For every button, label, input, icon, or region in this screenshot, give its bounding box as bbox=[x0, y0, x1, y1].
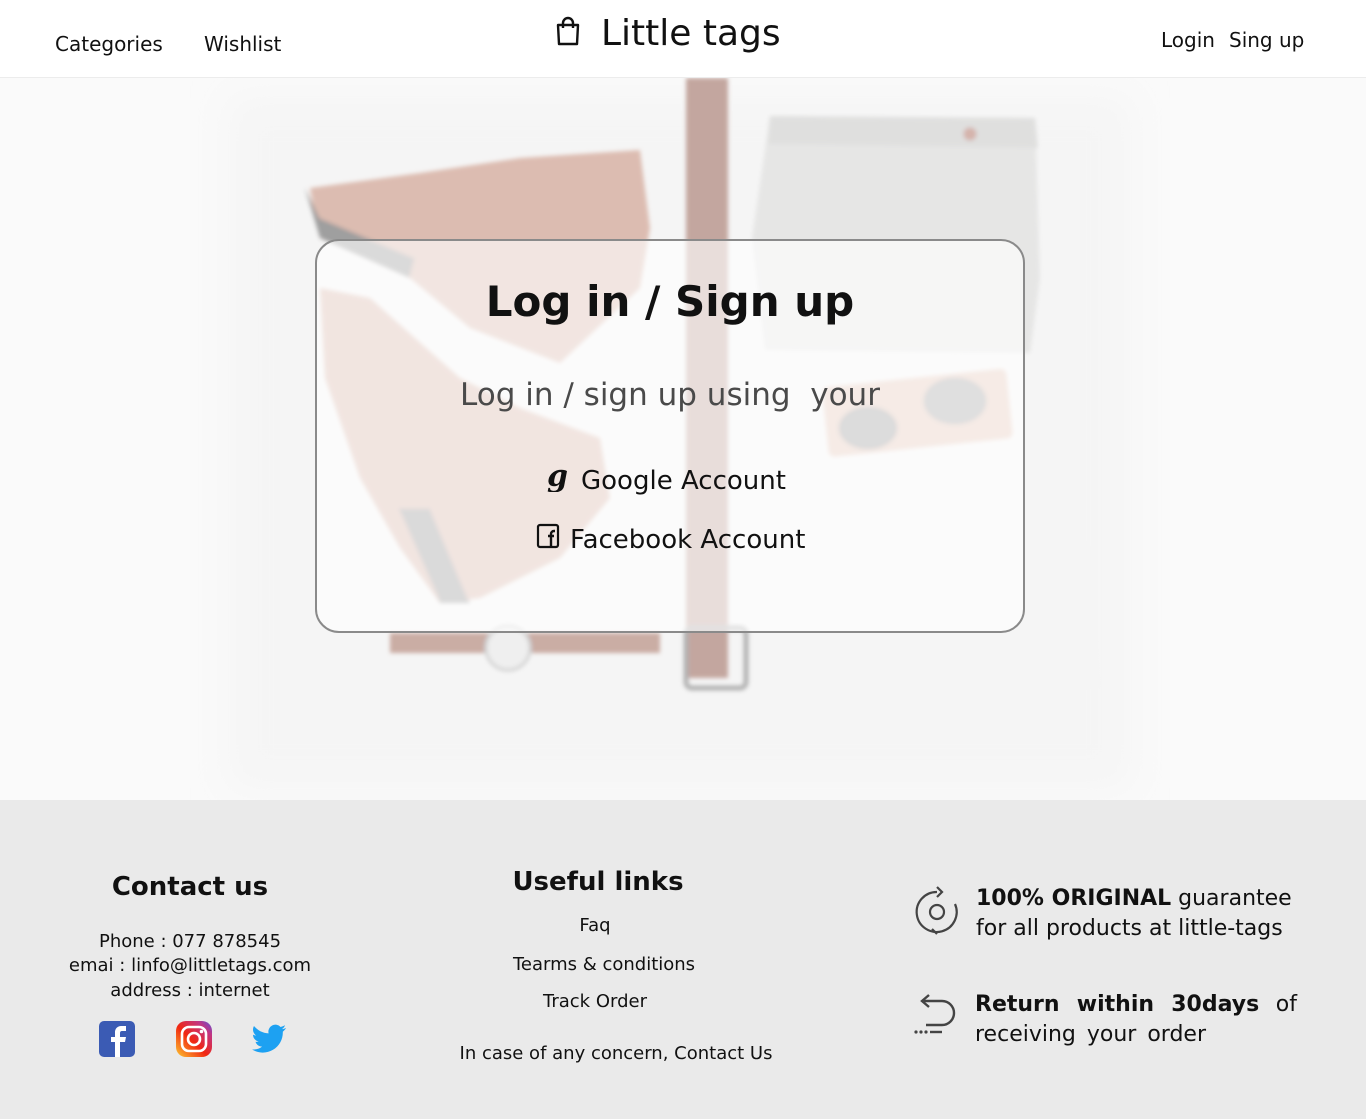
shopping-bag-icon bbox=[553, 15, 583, 51]
nav-categories-link[interactable]: Categories bbox=[55, 32, 163, 56]
svg-text:g: g bbox=[547, 462, 568, 492]
contact-title: Contact us bbox=[111, 872, 269, 902]
login-card: Log in / Sign up Log in / sign up using … bbox=[315, 239, 1025, 633]
nav-wishlist-link[interactable]: Wishlist bbox=[204, 32, 281, 56]
login-title: Log in / Sign up bbox=[485, 277, 855, 326]
site-header: Categories Wishlist Little tags Login Si… bbox=[0, 0, 1366, 78]
google-login-label: Google Account bbox=[581, 465, 786, 496]
facebook-login-button[interactable]: Facebook Account bbox=[536, 522, 805, 557]
original-badge-icon bbox=[914, 886, 960, 942]
contact-phone: Phone : 077 878545 bbox=[98, 931, 282, 952]
return-policy-text: Return within 30days of receiving your o… bbox=[975, 990, 1297, 1050]
faq-link[interactable]: Faq bbox=[495, 915, 695, 936]
return-arrow-icon bbox=[912, 993, 958, 1041]
original-guarantee-text: 100% ORIGINAL guarantee for all products… bbox=[976, 884, 1306, 944]
facebook-login-label: Facebook Account bbox=[570, 524, 806, 555]
brand-name: Little tags bbox=[601, 12, 781, 54]
track-order-link[interactable]: Track Order bbox=[495, 991, 695, 1012]
brand-logo[interactable]: Little tags bbox=[553, 10, 781, 56]
hero-section: Log in / Sign up Log in / sign up using … bbox=[0, 78, 1366, 800]
site-footer: Contact us Phone : 077 878545 emai : lin… bbox=[0, 800, 1366, 1119]
facebook-icon bbox=[536, 522, 560, 557]
contact-us-link[interactable]: In case of any concern, Contact Us bbox=[446, 1043, 786, 1064]
login-subtitle: Log in / sign up using your bbox=[460, 377, 880, 413]
google-icon: g bbox=[545, 459, 571, 499]
signup-link[interactable]: Sing up bbox=[1229, 28, 1304, 52]
twitter-icon[interactable] bbox=[250, 1020, 288, 1058]
contact-email[interactable]: emai : linfo@littletags.com bbox=[40, 955, 340, 976]
useful-links-title: Useful links bbox=[512, 867, 684, 897]
facebook-icon[interactable] bbox=[98, 1020, 136, 1058]
google-login-button[interactable]: g Google Account bbox=[545, 459, 786, 499]
instagram-icon[interactable] bbox=[175, 1020, 213, 1058]
login-link[interactable]: Login bbox=[1161, 28, 1215, 52]
return-policy-bold: Return within 30days bbox=[975, 992, 1260, 1017]
contact-address: address : internet bbox=[110, 980, 270, 1001]
terms-link[interactable]: Tearms & conditions bbox=[484, 954, 724, 975]
original-guarantee-bold: 100% ORIGINAL bbox=[976, 886, 1172, 911]
